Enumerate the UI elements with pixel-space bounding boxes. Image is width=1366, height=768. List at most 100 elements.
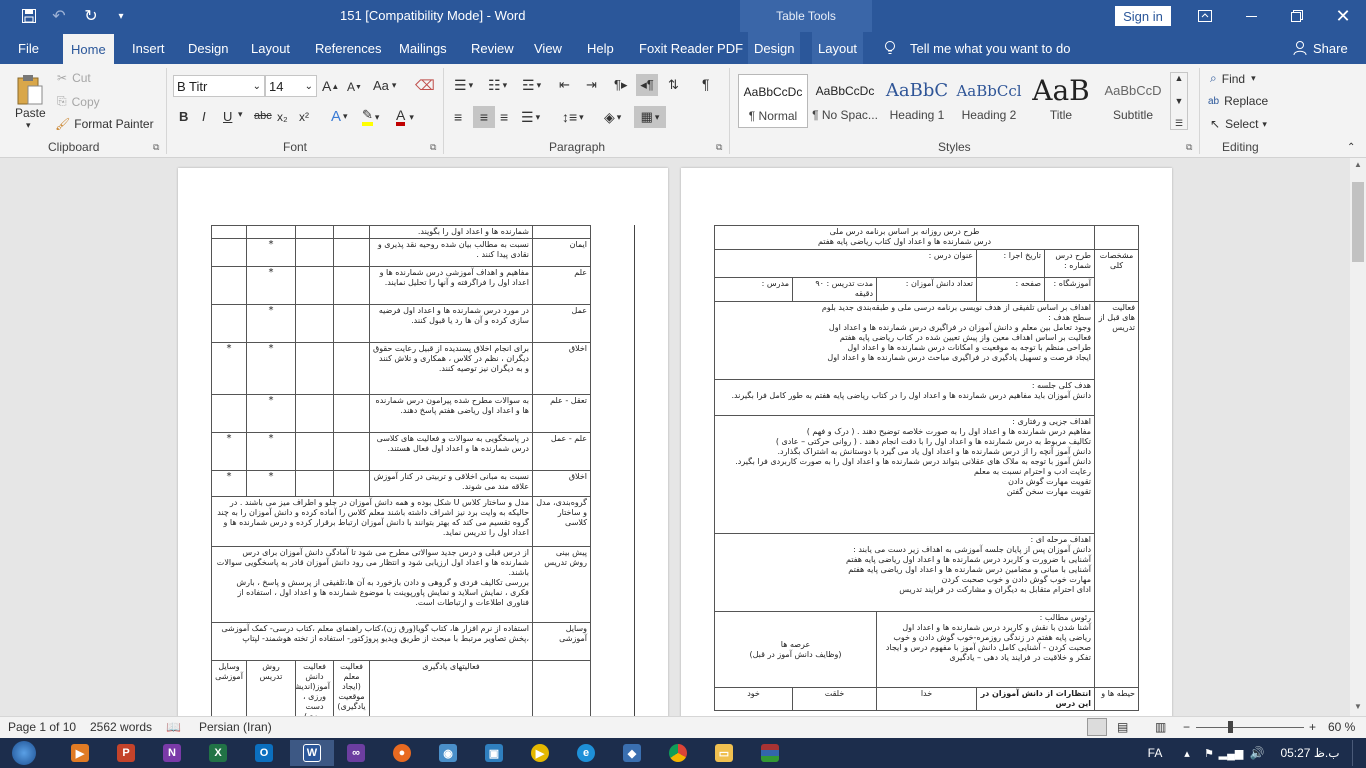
zoom-slider-thumb[interactable]: [1228, 721, 1233, 733]
font-name-combo[interactable]: B Titr ⌄: [173, 75, 265, 97]
table-cell[interactable]: مدرس :: [713, 277, 794, 302]
align-left-icon[interactable]: ≡: [454, 109, 462, 125]
align-center-icon[interactable]: ≡: [473, 106, 495, 128]
table-cell[interactable]: وسایل آموزشی: [211, 660, 247, 716]
ribbon-display-options-icon[interactable]: [1182, 0, 1228, 32]
print-layout-icon[interactable]: ▤: [1117, 720, 1128, 734]
table-cell[interactable]: مفاهیم و اهداف آموزشی درس شمارنده ها و ا…: [369, 266, 533, 305]
table-cell[interactable]: [211, 304, 247, 343]
media-icon[interactable]: ▶: [520, 740, 560, 766]
tab-insert[interactable]: Insert: [132, 32, 165, 64]
table-cell[interactable]: عرصه ها (وظایف دانش آموز در قبل): [713, 611, 878, 688]
table-cell[interactable]: *: [246, 238, 296, 267]
read-mode-icon[interactable]: [1087, 718, 1107, 736]
scroll-down-icon[interactable]: ▼: [1354, 702, 1362, 711]
table-cell[interactable]: طرح درس شماره :: [1044, 249, 1096, 278]
scroll-up-icon[interactable]: ▲: [1354, 160, 1362, 169]
table-cell[interactable]: [333, 225, 370, 239]
table-cell[interactable]: خدا: [876, 687, 978, 711]
style-no-spacing[interactable]: AaBbCcDc ¶ No Spac...: [810, 74, 880, 128]
table-cell[interactable]: [211, 266, 247, 305]
table-cell[interactable]: *: [211, 470, 247, 497]
tray-arrow-icon[interactable]: ▴: [1176, 740, 1198, 766]
multilevel-list-icon[interactable]: ☲ ▾: [522, 77, 541, 94]
table-cell[interactable]: ایمان: [532, 238, 591, 267]
paste-button[interactable]: Paste: [15, 106, 46, 120]
styles-gallery-scroll[interactable]: ▲ ▼ ☰: [1170, 72, 1188, 130]
tab-table-layout[interactable]: Layout: [812, 32, 864, 64]
firefox-icon[interactable]: ●: [382, 740, 422, 766]
table-cell[interactable]: [333, 342, 370, 395]
table-cell[interactable]: در مورد درس شمارنده ها و اعداد اول فرضیه…: [369, 304, 533, 343]
table-cell[interactable]: [295, 342, 334, 395]
table-cell[interactable]: مدت تدریس : ۹۰ دقیقه: [792, 277, 878, 302]
table-cell[interactable]: انتظارات از دانش آموزان در این درس: [976, 687, 1096, 711]
proofing-icon[interactable]: 📖: [166, 720, 181, 734]
table-cell[interactable]: نسبت به مطالب بیان شده روحیه نقد پذیری و…: [369, 238, 533, 267]
table-cell[interactable]: روش تدریس: [246, 660, 296, 716]
table-cell[interactable]: فعالیت دانش آموز(اندیشه ورزی ، دست ورزی): [295, 660, 334, 716]
chevron-down-icon[interactable]: ▼: [1175, 96, 1184, 106]
table-cell[interactable]: *: [246, 394, 296, 433]
style-subtitle[interactable]: AaBbCcD Subtitle: [1098, 74, 1168, 128]
table-cell[interactable]: علم - عمل: [532, 432, 591, 471]
table-cell[interactable]: [333, 304, 370, 343]
table-cell[interactable]: [295, 304, 334, 343]
share-button[interactable]: Share: [1313, 32, 1348, 64]
table-cell[interactable]: *: [246, 266, 296, 305]
show-formatting-marks-icon[interactable]: ¶: [702, 76, 710, 92]
table-cell[interactable]: [295, 470, 334, 497]
table-cell[interactable]: فعالیت های قبل از تدریس: [1094, 301, 1140, 688]
table-cell[interactable]: [333, 394, 370, 433]
internet-explorer-icon[interactable]: e: [566, 740, 606, 766]
format-painter-button[interactable]: 🖌 Format Painter: [55, 117, 154, 131]
table-cell[interactable]: [211, 394, 247, 433]
table-cell[interactable]: حیطه ها و: [1094, 687, 1140, 711]
table-cell[interactable]: مدل و ساختار کلاس U شکل بوده و همه دانش …: [211, 496, 533, 547]
zoom-in-icon[interactable]: +: [1309, 720, 1316, 734]
table-cell[interactable]: *: [211, 342, 247, 395]
paste-icon[interactable]: [12, 70, 46, 108]
word-taskbar-icon[interactable]: W: [290, 740, 334, 766]
table-cell[interactable]: تعقل - علم: [532, 394, 591, 433]
table-cell[interactable]: [211, 238, 247, 267]
word-count[interactable]: 2562 words: [90, 720, 152, 734]
tab-design[interactable]: Design: [188, 32, 228, 64]
table-cell[interactable]: [295, 225, 334, 239]
styles-launcher-icon[interactable]: ⧉: [1186, 142, 1192, 153]
table-cell[interactable]: عنوان درس :: [713, 249, 978, 278]
sort-icon[interactable]: ⇅: [668, 77, 679, 93]
bullets-icon[interactable]: ☰ ▾: [454, 77, 473, 94]
underline-button[interactable]: U: [223, 109, 232, 124]
decrease-indent-icon[interactable]: ⇤: [559, 77, 570, 93]
collapse-ribbon-icon[interactable]: ⌃: [1347, 142, 1355, 153]
shrink-font-button[interactable]: A ▼: [347, 80, 362, 94]
table-cell[interactable]: استفاده از نرم افزار ها، کتاب گویا(ورق ز…: [211, 622, 533, 661]
table-cell[interactable]: [1094, 225, 1140, 250]
font-color-button[interactable]: A ▾: [396, 108, 414, 126]
select-button[interactable]: ↖ Select ▾: [1210, 117, 1267, 131]
powerpoint-icon[interactable]: P: [106, 740, 146, 766]
table-cell[interactable]: گروه‌بندی، مدل و ساختار کلاسی: [532, 496, 591, 547]
media-player-icon[interactable]: ▶: [60, 740, 100, 766]
web-layout-icon[interactable]: ▥: [1155, 720, 1166, 734]
tell-me-search[interactable]: Tell me what you want to do: [910, 32, 1070, 64]
table-cell[interactable]: *: [246, 304, 296, 343]
change-case-button[interactable]: Aa ▾: [373, 78, 396, 93]
table-cell[interactable]: نسبت به مبانی اخلاقی و تربیتی در کنار آم…: [369, 470, 533, 497]
visual-studio-icon[interactable]: ∞: [336, 740, 376, 766]
text-effects-button[interactable]: A ▾: [331, 108, 348, 125]
font-launcher-icon[interactable]: ⧉: [430, 142, 436, 153]
zoom-level[interactable]: 60 %: [1328, 720, 1355, 734]
minimize-icon[interactable]: [1228, 0, 1274, 32]
table-cell[interactable]: به سوالات مطرح شده پیرامون درس شمارنده ه…: [369, 394, 533, 433]
table-cell[interactable]: رئوس مطالب : آشنا شدن با نقش و کاربرد در…: [876, 611, 1096, 688]
table-cell[interactable]: *: [246, 432, 296, 471]
underline-dropdown-icon[interactable]: ▾: [238, 109, 243, 120]
table-cell[interactable]: خود: [713, 687, 794, 711]
table-cell[interactable]: [295, 266, 334, 305]
clipboard-launcher-icon[interactable]: ⧉: [153, 142, 159, 153]
network-icon[interactable]: ▂▄▆: [1219, 740, 1244, 766]
table-cell[interactable]: از درس قبلی و درس جدید سوالاتی مطرح می ش…: [211, 546, 533, 623]
table-cell[interactable]: تاریخ اجرا :: [976, 249, 1046, 278]
